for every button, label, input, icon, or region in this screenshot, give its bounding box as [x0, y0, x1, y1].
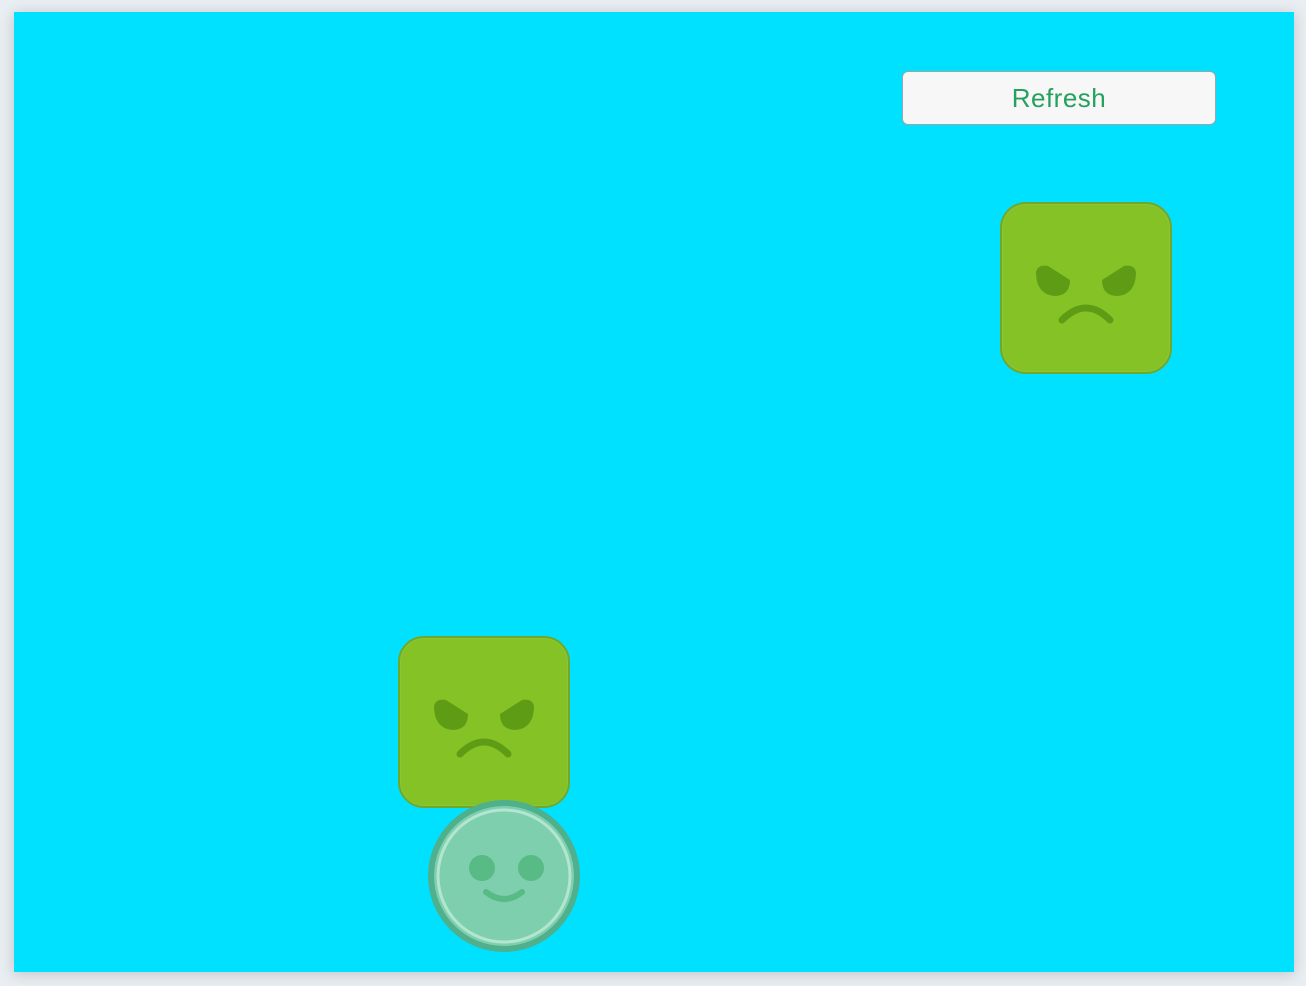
game-canvas[interactable]: Refresh	[14, 12, 1294, 972]
angry-face-icon	[434, 699, 534, 758]
player-ball[interactable]	[426, 798, 582, 954]
enemy-block-top	[1000, 202, 1172, 374]
enemy-block-bottom	[398, 636, 570, 808]
refresh-button[interactable]: Refresh	[902, 71, 1216, 125]
angry-face-icon	[1036, 265, 1136, 324]
smiley-face-icon	[428, 800, 580, 952]
